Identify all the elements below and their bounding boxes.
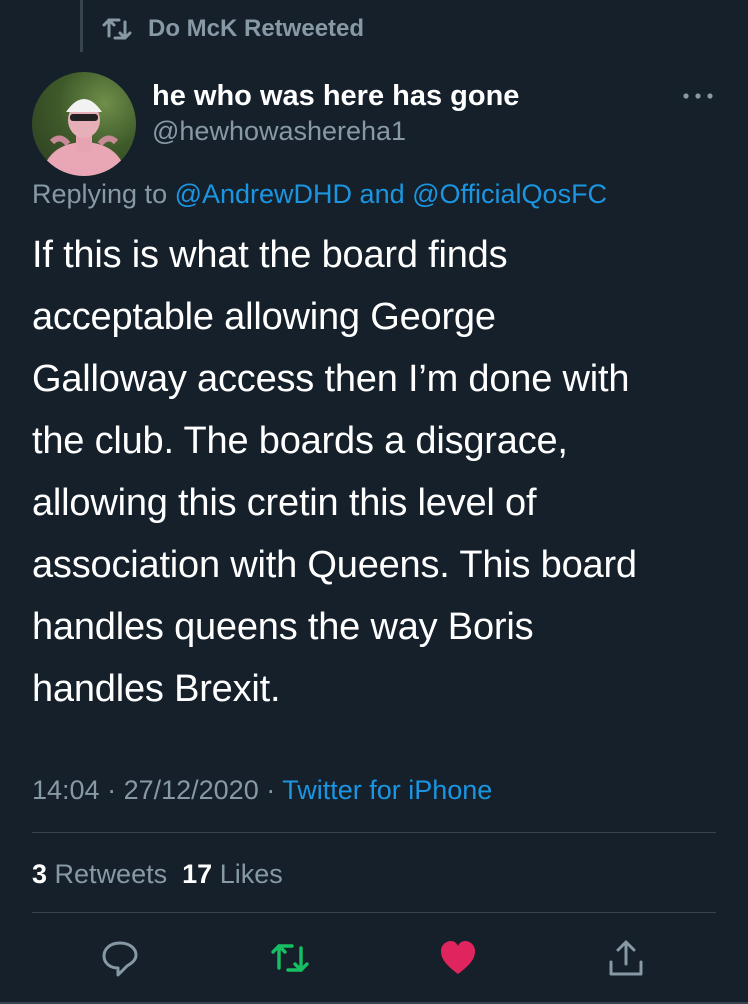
likes-count: 17 [182,859,213,889]
likes-stat[interactable]: 17 Likes [182,859,283,889]
reply-user-link-2[interactable]: @OfficialQosFC [412,179,607,209]
tweet-time: 14:04 [32,775,100,805]
retweet-context-text: Do McK Retweeted [148,15,365,42]
retweets-stat[interactable]: 3 Retweets [32,859,167,889]
replying-to-label: Replying to [32,179,175,209]
share-icon [609,940,643,976]
more-horizontal-icon[interactable] [678,86,718,106]
tweet-source-link[interactable]: Twitter for iPhone [282,775,492,805]
tweet-header: he who was here has gone @hewhowashereha… [152,78,519,148]
action-bar [0,934,748,982]
tweet-date: 27/12/2020 [123,775,259,805]
retweet-button[interactable] [266,934,314,982]
retweet-icon [102,18,132,40]
display-name[interactable]: he who was here has gone [152,78,519,114]
retweet-context: Do McK Retweeted [100,14,364,44]
retweets-count: 3 [32,859,48,889]
thread-line [80,0,83,52]
tweet-text: If this is what the board finds acceptab… [32,234,637,710]
tweet-stats: 3 Retweets 17 Likes [32,854,283,894]
avatar[interactable] [32,72,136,176]
like-button[interactable] [434,934,482,982]
reply-button[interactable] [96,934,144,982]
tweet-meta: 14:04 · 27/12/2020 · Twitter for iPhone [32,770,492,810]
divider [32,832,716,833]
likes-label: Likes [219,859,283,889]
replying-to: Replying to @AndrewDHD and @OfficialQosF… [32,176,607,212]
share-button[interactable] [602,934,650,982]
user-handle[interactable]: @hewhowashereha1 [152,114,519,148]
retweet-icon [271,944,309,972]
meta-separator: · [99,775,124,805]
reply-icon [102,941,138,977]
retweets-label: Retweets [54,859,168,889]
like-icon [441,941,475,974]
reply-user-link-1[interactable]: @AndrewDHD [175,179,352,209]
divider [32,912,716,913]
meta-separator: · [258,775,283,805]
reply-conjunction: and [352,179,413,209]
